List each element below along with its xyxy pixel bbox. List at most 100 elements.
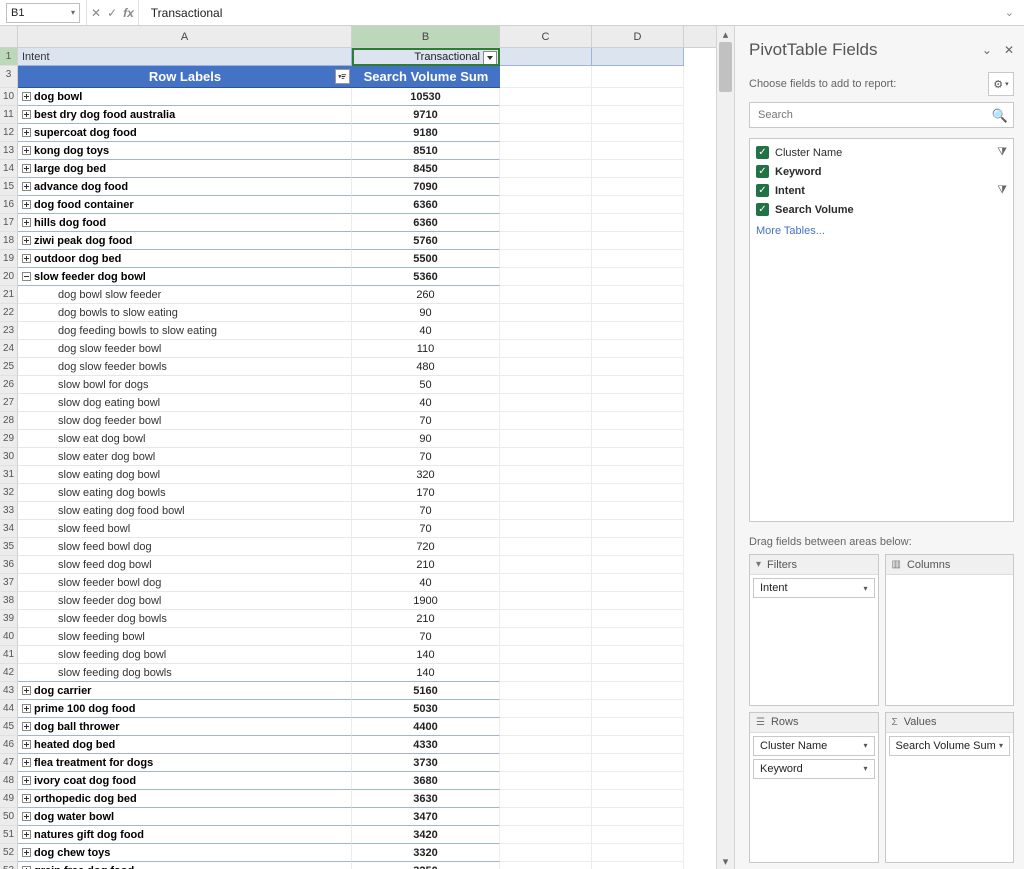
row-label-cell[interactable]: slow feeding dog bowl	[18, 646, 352, 664]
row-header[interactable]: 42	[0, 664, 18, 682]
value-cell[interactable]: 6360	[352, 196, 500, 214]
funnel-icon[interactable]: ⧩	[997, 184, 1007, 197]
row-label-cell[interactable]: slow feeder dog bowl	[18, 592, 352, 610]
empty-cell[interactable]	[592, 448, 684, 466]
row-header[interactable]: 45	[0, 718, 18, 736]
chevron-down-icon[interactable]: ⌄	[982, 43, 992, 57]
row-header[interactable]: 21	[0, 286, 18, 304]
row-label-cell[interactable]: prime 100 dog food	[18, 700, 352, 718]
row-label-cell[interactable]: advance dog food	[18, 178, 352, 196]
row-label-cell[interactable]: flea treatment for dogs	[18, 754, 352, 772]
col-header-B[interactable]: B	[352, 26, 500, 47]
row-header[interactable]: 19	[0, 250, 18, 268]
value-cell[interactable]: 70	[352, 412, 500, 430]
empty-cell[interactable]	[592, 664, 684, 682]
checkbox-checked-icon[interactable]: ✓	[756, 165, 769, 178]
row-header[interactable]: 1	[0, 48, 18, 66]
empty-cell[interactable]	[500, 250, 592, 268]
chevron-down-icon[interactable]: ▾	[863, 741, 867, 750]
empty-cell[interactable]	[500, 790, 592, 808]
cancel-icon[interactable]: ✕	[91, 7, 101, 19]
empty-cell[interactable]	[500, 754, 592, 772]
col-header-D[interactable]: D	[592, 26, 684, 47]
empty-cell[interactable]	[592, 106, 684, 124]
empty-cell[interactable]	[592, 754, 684, 772]
expand-icon[interactable]	[22, 164, 31, 173]
fx-icon[interactable]: fx	[123, 7, 134, 19]
row-header[interactable]: 53	[0, 862, 18, 869]
row-label-cell[interactable]: slow dog eating bowl	[18, 394, 352, 412]
area-chip[interactable]: Search Volume Sum▾	[889, 736, 1011, 756]
row-header[interactable]: 13	[0, 142, 18, 160]
checkbox-checked-icon[interactable]: ✓	[756, 146, 769, 159]
expand-icon[interactable]	[22, 830, 31, 839]
empty-cell[interactable]	[500, 412, 592, 430]
empty-cell[interactable]	[592, 592, 684, 610]
empty-cell[interactable]	[592, 322, 684, 340]
value-cell[interactable]: 5760	[352, 232, 500, 250]
empty-cell[interactable]	[500, 520, 592, 538]
row-header[interactable]: 33	[0, 502, 18, 520]
chevron-down-icon[interactable]: ▾	[863, 764, 867, 773]
empty-cell[interactable]	[500, 394, 592, 412]
row-header[interactable]: 34	[0, 520, 18, 538]
row-label-cell[interactable]: slow feeder dog bowls	[18, 610, 352, 628]
expand-icon[interactable]	[22, 848, 31, 857]
value-cell[interactable]: 260	[352, 286, 500, 304]
row-label-cell[interactable]: slow eating dog bowls	[18, 484, 352, 502]
row-label-cell[interactable]: kong dog toys	[18, 142, 352, 160]
expand-icon[interactable]	[22, 686, 31, 695]
confirm-icon[interactable]: ✓	[107, 7, 117, 19]
row-label-cell[interactable]: slow feed bowl dog	[18, 538, 352, 556]
value-cell[interactable]: 40	[352, 574, 500, 592]
row-header[interactable]: 12	[0, 124, 18, 142]
value-cell[interactable]: 140	[352, 646, 500, 664]
row-header[interactable]: 24	[0, 340, 18, 358]
row-header[interactable]: 23	[0, 322, 18, 340]
row-label-cell[interactable]: slow feed dog bowl	[18, 556, 352, 574]
empty-cell[interactable]	[592, 250, 684, 268]
empty-cell[interactable]	[592, 160, 684, 178]
value-cell[interactable]: 70	[352, 520, 500, 538]
empty-cell[interactable]	[500, 340, 592, 358]
row-header[interactable]: 11	[0, 106, 18, 124]
value-cell[interactable]: 5360	[352, 268, 500, 286]
value-cell[interactable]: 3420	[352, 826, 500, 844]
empty-cell[interactable]	[592, 376, 684, 394]
row-label-cell[interactable]: slow feeding bowl	[18, 628, 352, 646]
empty-cell[interactable]	[500, 844, 592, 862]
vertical-scrollbar[interactable]: ▴ ▾	[716, 26, 734, 869]
empty-cell[interactable]	[592, 268, 684, 286]
empty-cell[interactable]	[500, 502, 592, 520]
row-header[interactable]: 25	[0, 358, 18, 376]
value-cell[interactable]: 1900	[352, 592, 500, 610]
row-header[interactable]: 47	[0, 754, 18, 772]
value-cell[interactable]: 3630	[352, 790, 500, 808]
empty-cell[interactable]	[500, 448, 592, 466]
empty-cell[interactable]	[592, 556, 684, 574]
empty-cell[interactable]	[592, 196, 684, 214]
field-row[interactable]: ✓Intent⧩	[756, 181, 1007, 200]
row-header[interactable]: 36	[0, 556, 18, 574]
row-label-cell[interactable]: dog bowls to slow eating	[18, 304, 352, 322]
empty-cell[interactable]	[592, 520, 684, 538]
row-header[interactable]: 15	[0, 178, 18, 196]
row-header[interactable]: 41	[0, 646, 18, 664]
row-label-cell[interactable]: slow bowl for dogs	[18, 376, 352, 394]
empty-cell[interactable]	[500, 556, 592, 574]
checkbox-checked-icon[interactable]: ✓	[756, 184, 769, 197]
row-label-cell[interactable]: dog ball thrower	[18, 718, 352, 736]
row-label-cell[interactable]: grain free dog food	[18, 862, 352, 869]
empty-cell[interactable]	[592, 700, 684, 718]
cell-A1[interactable]: Intent	[18, 48, 352, 66]
pivot-values-header[interactable]: Search Volume Sum	[352, 66, 500, 88]
row-label-cell[interactable]: dog water bowl	[18, 808, 352, 826]
empty-cell[interactable]	[500, 646, 592, 664]
pivot-row-labels-header[interactable]: Row Labels	[18, 66, 352, 88]
value-cell[interactable]: 140	[352, 664, 500, 682]
row-label-cell[interactable]: dog carrier	[18, 682, 352, 700]
cell-D3[interactable]	[592, 66, 684, 88]
empty-cell[interactable]	[500, 700, 592, 718]
empty-cell[interactable]	[592, 232, 684, 250]
empty-cell[interactable]	[592, 394, 684, 412]
